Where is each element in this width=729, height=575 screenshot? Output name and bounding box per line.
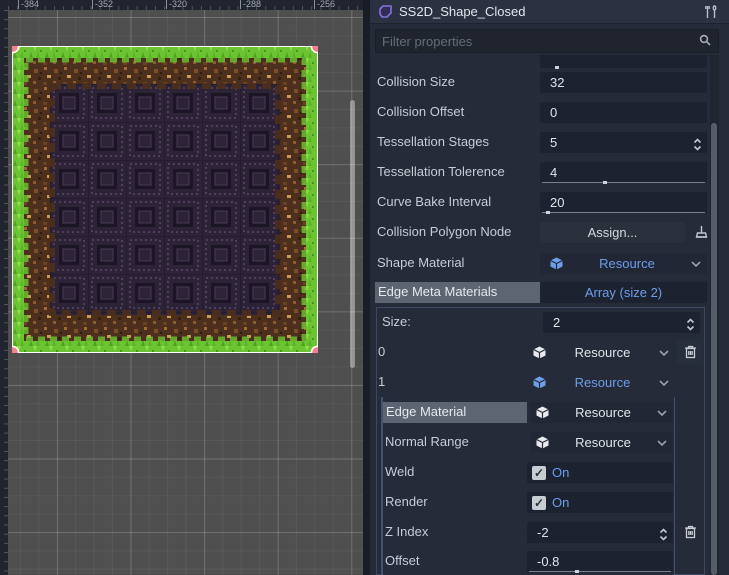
ruler-corner [0,0,8,10]
edge-material-resource[interactable]: Resource [530,402,673,423]
resource-cube-icon [550,257,563,270]
resource-cube-icon [533,346,546,359]
ruler-label: -288 [240,0,261,9]
chevron-down-icon [659,380,669,386]
ruler-label: -320 [166,0,187,9]
property-label: Collision Polygon Node [377,222,537,242]
property-label: Tessellation Stages [377,132,537,152]
spinner-updown-icon[interactable] [659,526,668,547]
inspector-scrollbar-thumb[interactable] [711,123,717,575]
spinner-updown-icon[interactable] [693,136,702,157]
shape-polygon-icon [378,4,393,19]
godot-editor: -384 -352 -320 -288 -256 [0,0,729,575]
edge-material-subpanel [381,397,675,575]
chevron-down-icon [691,261,701,267]
array-size-field[interactable]: 2 [543,312,700,333]
tools-icon[interactable] [703,4,719,20]
normal-range-resource[interactable]: Resource [530,432,673,453]
spinner-updown-icon[interactable] [686,316,695,337]
offset-slider[interactable]: -0.8 [527,551,673,572]
resource-cube-icon [536,406,549,419]
property-label: Collision Offset [377,102,537,122]
chevron-down-icon [657,440,667,446]
resource-cube-icon [536,436,549,449]
render-checkbox-row[interactable]: ✓On [527,492,673,513]
property-label: Curve Bake Interval [377,192,537,212]
collision-size-field[interactable]: 32 [540,72,707,93]
edge-meta-materials-label[interactable]: Edge Meta Materials [375,282,540,303]
z-index-field[interactable]: -2 [527,522,673,543]
filter-placeholder: Filter properties [382,34,698,49]
edge-material-label[interactable]: Edge Material [383,402,527,423]
inspector-header: SS2D_Shape_Closed [370,0,729,24]
shape-material-resource[interactable]: Resource [540,253,707,274]
assign-node-button[interactable]: Assign... [540,222,685,243]
property-label: Shape Material [377,253,537,273]
dock-separator[interactable] [363,0,370,575]
property-label: Weld [385,462,525,482]
tessellation-stages-field[interactable]: 5 [540,132,707,153]
canvas-viewport: -384 -352 -320 -288 -256 [0,0,363,575]
ruler-label: -352 [92,0,113,9]
array-size-button[interactable]: Array (size 2) [540,282,707,303]
property-label: Tessellation Tolerence [377,162,537,182]
chevron-down-icon [659,350,669,356]
resource-cube-icon [533,376,546,389]
inspector-scroll-area: Collision Size 32 Collision Offset 0 Tes… [370,55,710,575]
array-index-label: 0 [378,342,498,362]
property-label: Size: [382,312,532,332]
ruler-label: -256 [314,0,335,9]
element1-resource[interactable]: Resource [525,372,675,393]
ruler-label: -384 [18,0,39,9]
property-label: Offset [385,551,525,571]
clear-brush-icon[interactable] [688,220,710,244]
clipped-property-field[interactable] [540,55,707,68]
horizontal-ruler: -384 -352 -320 -288 -256 [8,0,363,10]
trash-icon[interactable] [677,520,703,544]
collision-offset-field[interactable]: 0 [540,102,707,123]
tile-interior [50,84,280,315]
checkmark-icon[interactable]: ✓ [532,496,546,510]
ss2d-shape[interactable] [12,46,318,353]
property-label: Normal Range [385,432,525,452]
weld-checkbox-row[interactable]: ✓On [527,462,673,483]
trash-icon[interactable] [677,340,703,364]
inspected-node-title: SS2D_Shape_Closed [399,4,525,19]
vertical-ruler [0,10,8,575]
property-label: Collision Size [377,72,537,92]
canvas-grid[interactable] [8,10,363,575]
chevron-down-icon [657,410,667,416]
inspector-scrollbar[interactable] [710,55,719,575]
filter-properties-input[interactable]: Filter properties [375,29,719,53]
tessellation-tolerence-slider[interactable]: 4 [540,162,707,183]
checkmark-icon[interactable]: ✓ [532,466,546,480]
inspector-panel: SS2D_Shape_Closed Filter properties Coll… [370,0,729,575]
array-index-label: 1 [378,372,498,392]
property-label: Render [385,492,525,512]
search-icon [698,33,712,50]
element0-resource[interactable]: Resource [525,342,675,363]
viewport-vertical-scrollbar[interactable] [350,100,355,368]
property-label: Z Index [385,522,525,542]
curve-bake-interval-slider[interactable]: 20 [540,192,707,213]
